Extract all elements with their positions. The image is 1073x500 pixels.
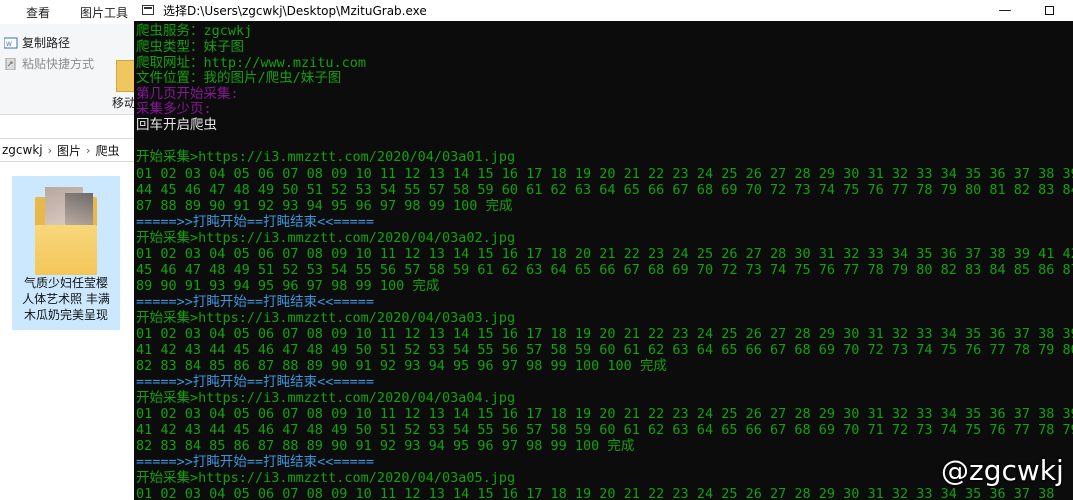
console-line: 01 02 03 04 05 06 07 08 09 10 11 12 13 1… (136, 326, 1073, 342)
file-explorer-window: 查看 图片工具 W 复制路径 粘贴快捷方式 移动 zgcwkj › 图片 › 爬… (0, 0, 140, 500)
folder-move-icon[interactable] (116, 60, 136, 92)
console-line: 开始采集>https://i3.mmzztt.com/2020/04/03a05… (136, 470, 516, 486)
console-line: 文件位置：我的图片/爬虫/妹子图 (136, 70, 342, 86)
console-line: 爬取网址：http://www.mzitu.com (136, 55, 367, 71)
paste-shortcut-button[interactable]: 粘贴快捷方式 (4, 55, 94, 72)
tab-picture-tools[interactable]: 图片工具 (80, 4, 128, 21)
svg-text:W: W (6, 41, 12, 48)
console-titlebar[interactable]: 选择D:\Users\zgcwkj\Desktop\MzituGrab.exe … (134, 0, 1073, 20)
chevron-right-icon: › (47, 143, 53, 157)
console-line: 45 46 47 48 49 51 52 53 54 55 56 57 58 5… (136, 262, 1073, 278)
console-app-icon (142, 5, 154, 15)
paste-shortcut-icon (4, 57, 18, 70)
ribbon-tab-bar: 查看 图片工具 (0, 0, 140, 25)
breadcrumb-item-pictures[interactable]: 图片 (57, 142, 81, 159)
folder-name: 气质少妇任莹樱 人体艺术照 丰满 木瓜奶完美呈现 (13, 275, 119, 323)
breadcrumb-item-user[interactable]: zgcwkj (2, 143, 43, 157)
console-line: 01 02 03 04 05 06 07 08 09 10 11 12 13 1… (136, 246, 1073, 262)
folder-thumbnail-icon (35, 187, 97, 275)
window-title: 选择D:\Users\zgcwkj\Desktop\MzituGrab.exe (163, 3, 427, 18)
console-line: 01 02 03 04 05 06 07 08 09 10 11 12 13 1… (136, 166, 1073, 182)
console-line: 开始采集>https://i3.mmzztt.com/2020/04/03a03… (136, 310, 516, 326)
console-line: 01 02 03 04 05 06 07 08 09 10 11 12 13 1… (136, 486, 1055, 500)
maximize-icon (1044, 5, 1054, 15)
console-line: =====>>打盹开始==打盹结束<<===== (136, 214, 375, 230)
breadcrumb[interactable]: zgcwkj › 图片 › 爬虫 (0, 138, 140, 162)
console-line: 回车开启爬虫 (136, 117, 217, 133)
copy-path-button[interactable]: W 复制路径 (3, 34, 71, 51)
console-line: 82 83 84 85 86 87 88 89 90 91 92 93 94 9… (136, 438, 635, 454)
chevron-right-icon: › (86, 143, 91, 157)
console-line: 爬虫服务：zgcwkj (136, 23, 253, 39)
watermark-text: @zgcwkj (941, 454, 1064, 487)
console-line: 87 88 89 90 91 92 93 94 95 96 97 98 99 1… (136, 198, 513, 214)
console-line: =====>>打盹开始==打盹结束<<===== (136, 294, 375, 310)
minimize-icon: — (998, 2, 1012, 18)
tab-view[interactable]: 查看 (26, 4, 50, 21)
console-line: =====>>打盹开始==打盹结束<<===== (136, 454, 375, 470)
console-line: 开始采集>https://i3.mmzztt.com/2020/04/03a02… (136, 230, 516, 246)
copy-path-icon: W (3, 37, 18, 49)
paste-shortcut-label: 粘贴快捷方式 (22, 57, 95, 71)
copy-path-label: 复制路径 (22, 36, 71, 50)
move-button-label[interactable]: 移动 (112, 94, 136, 111)
minimize-button[interactable]: — (983, 0, 1027, 20)
console-line: 01 02 03 04 05 06 07 08 09 10 11 12 13 1… (136, 406, 1073, 422)
console-line: 第几页开始采集: (136, 86, 239, 102)
console-line: 开始采集>https://i3.mmzztt.com/2020/04/03a04… (136, 390, 516, 406)
breadcrumb-item-crawler[interactable]: 爬虫 (95, 142, 119, 159)
folder-name-line: 人体艺术照 丰满 (22, 292, 110, 306)
console-line: 开始采集>https://i3.mmzztt.com/2020/04/03a01… (136, 149, 516, 165)
console-line: 89 90 91 93 94 95 96 97 98 99 100 完成 (136, 278, 440, 294)
folder-name-line: 木瓜奶完美呈现 (23, 308, 108, 322)
folder-name-line: 气质少妇任莹樱 (23, 276, 108, 290)
console-line: 爬虫类型：妹子图 (136, 39, 244, 55)
console-line: =====>>打盹开始==打盹结束<<===== (136, 374, 375, 390)
console-window[interactable]: 选择D:\Users\zgcwkj\Desktop\MzituGrab.exe … (134, 0, 1073, 500)
ribbon-panel: W 复制路径 粘贴快捷方式 移动 (0, 24, 140, 115)
folder-item-selected[interactable]: 气质少妇任莹樱 人体艺术照 丰满 木瓜奶完美呈现 (12, 176, 120, 330)
console-line: 44 45 46 47 48 49 50 51 52 53 54 55 57 5… (136, 182, 1073, 198)
console-line: 41 42 43 44 45 46 47 48 49 50 51 52 53 5… (136, 422, 1073, 438)
maximize-button[interactable] (1027, 0, 1071, 20)
console-output[interactable]: 爬虫服务：zgcwkj 爬虫类型：妹子图 爬取网址：http://www.mzi… (134, 21, 1073, 500)
console-line: 采集多少页: (136, 101, 212, 117)
console-line: 82 83 84 85 86 87 88 89 90 91 92 93 94 9… (136, 358, 667, 374)
console-line: 41 42 43 44 45 46 47 48 49 50 51 52 53 5… (136, 342, 1073, 358)
